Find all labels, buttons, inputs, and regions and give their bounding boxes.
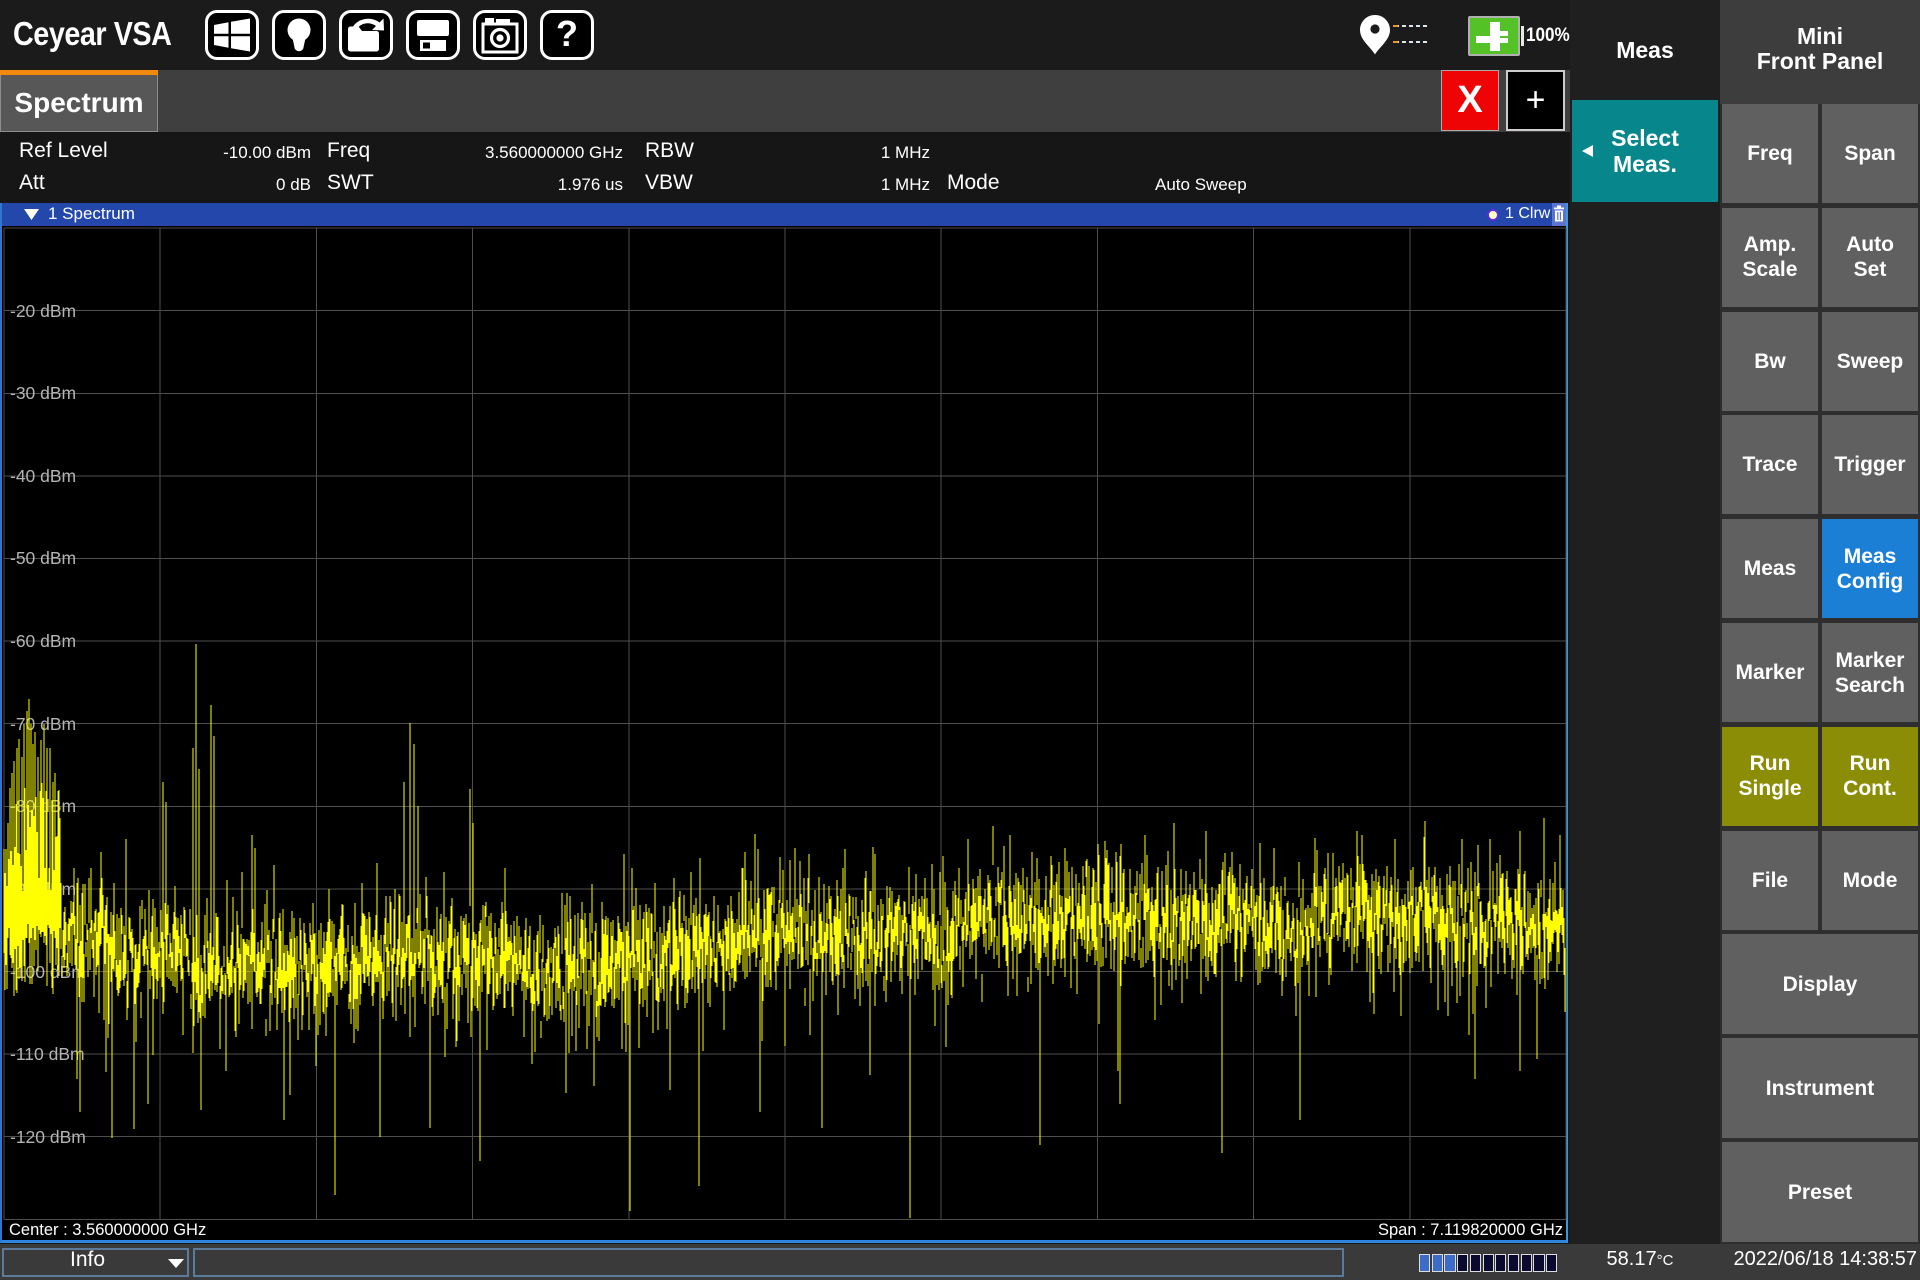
svg-text:-40 dBm: -40 dBm <box>10 466 76 486</box>
svg-text:-30 dBm: -30 dBm <box>10 383 76 403</box>
svg-text:-70 dBm: -70 dBm <box>10 714 76 734</box>
svg-text:-50 dBm: -50 dBm <box>10 548 76 568</box>
svg-text:-110 dBm: -110 dBm <box>10 1044 85 1064</box>
svg-text:-120 dBm: -120 dBm <box>10 1127 86 1147</box>
svg-text:-20 dBm: -20 dBm <box>10 301 76 321</box>
svg-text:-60 dBm: -60 dBm <box>10 631 76 651</box>
